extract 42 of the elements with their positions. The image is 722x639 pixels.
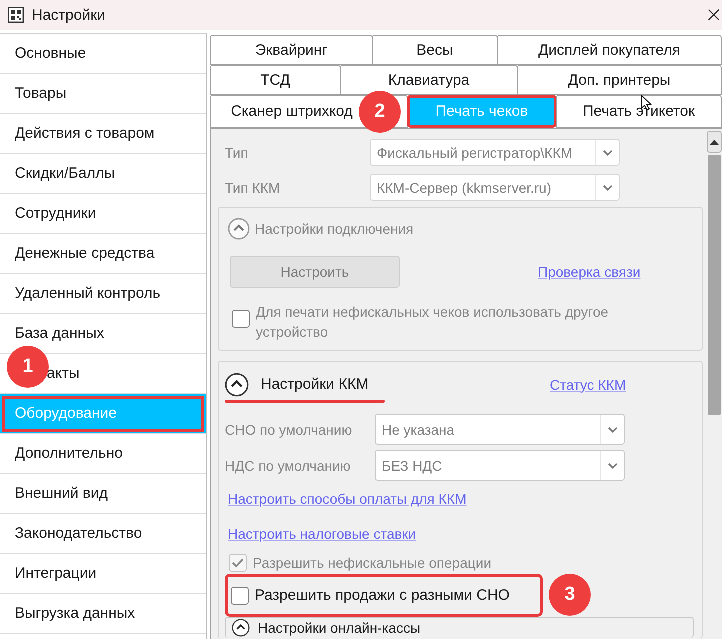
checkbox[interactable] <box>229 554 247 572</box>
scrollbar-thumb[interactable] <box>708 155 720 415</box>
dropdown[interactable]: ККМ-Сервер (kkmserver.ru) <box>370 174 620 201</box>
chevron-circle-icon[interactable] <box>232 619 250 637</box>
tab[interactable]: Дисплей покупателя <box>497 35 722 65</box>
tab[interactable]: ТСД <box>210 65 341 95</box>
checkbox[interactable] <box>231 586 249 604</box>
checkbox-label: Разрешить продажи с разными СНО <box>255 587 510 604</box>
step-badge: 3 <box>549 574 591 616</box>
text-link[interactable]: Настроить налоговые ставки <box>228 524 416 544</box>
window-title: Настройки <box>32 6 106 24</box>
checkbox-label: Разрешить нефискальные операции <box>253 555 492 571</box>
dropdown[interactable]: БЕЗ НДС <box>375 450 625 481</box>
dropdown[interactable]: Фискальный регистратор\ККМ <box>370 139 620 166</box>
field-label: Тип ККМ <box>225 180 282 196</box>
checkbox[interactable] <box>232 310 250 328</box>
field-label: СНО по умолчанию <box>225 422 354 438</box>
text-link[interactable]: Статус ККМ <box>550 376 626 392</box>
checkmark-icon <box>232 558 244 568</box>
app-icon <box>8 7 24 23</box>
chevron-down-icon <box>602 184 612 190</box>
group-title: Настройки онлайн-кассы <box>258 620 421 636</box>
chevron-down-icon <box>608 462 618 468</box>
tab[interactable]: Доп. принтеры <box>517 65 722 95</box>
field-label: НДС по умолчанию <box>225 458 352 474</box>
text-link[interactable]: Проверка связи <box>538 264 641 280</box>
tab[interactable]: Клавиатура <box>340 65 518 95</box>
group-title: Настройки ККМ <box>261 376 369 393</box>
chevron-down-icon <box>602 150 612 156</box>
chevron-down-icon <box>608 426 618 432</box>
close-icon[interactable] <box>708 9 720 21</box>
tab[interactable]: Весы <box>372 35 498 65</box>
text-link[interactable]: Настроить способы оплаты для ККМ <box>228 489 467 509</box>
group-title: Настройки подключения <box>255 221 414 237</box>
tab[interactable]: Эквайринг <box>210 35 373 65</box>
dropdown[interactable]: Не указана <box>375 414 625 445</box>
scroll-up-button[interactable] <box>706 131 722 153</box>
caret-up-icon <box>710 140 718 144</box>
checkbox-label: Для печати нефискальных чеков использовать другое устройство <box>256 303 610 342</box>
tab[interactable]: Печать этикеток <box>556 95 722 128</box>
chevron-circle-icon[interactable] <box>225 372 249 396</box>
field-label: Тип <box>225 144 250 160</box>
